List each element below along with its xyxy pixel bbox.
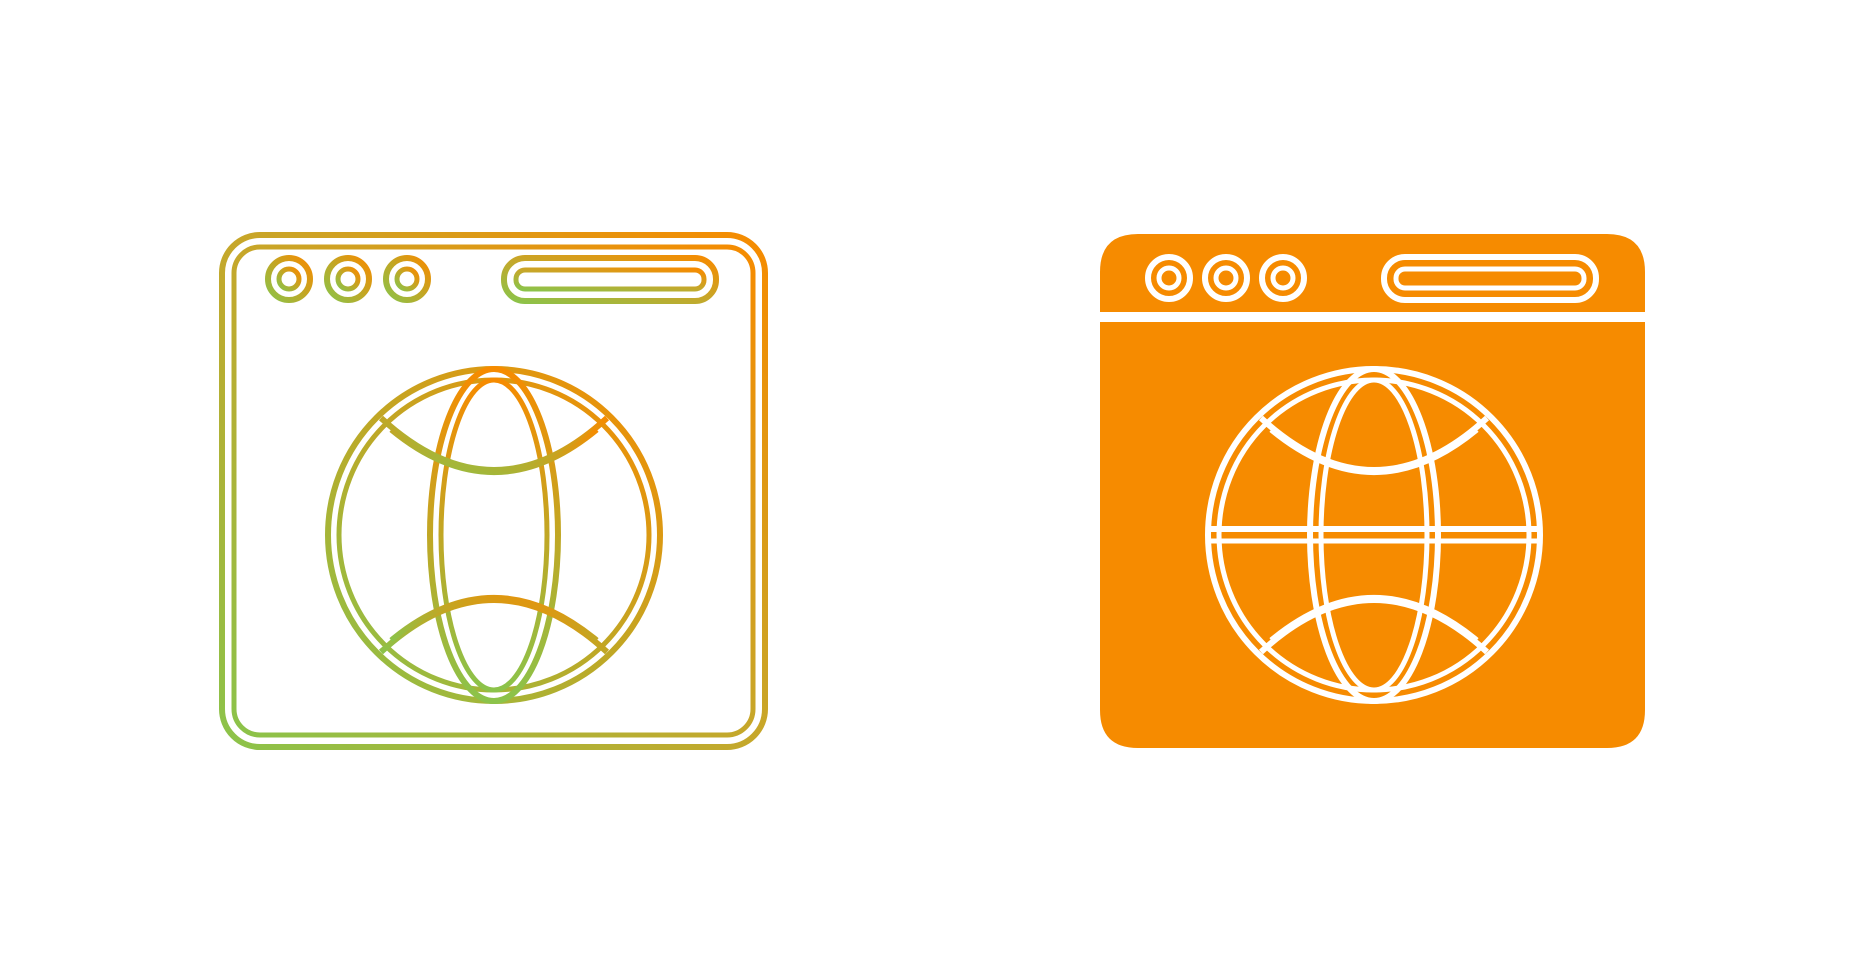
window-dot-2-core — [335, 266, 361, 292]
browser-globe-outline-svg — [219, 232, 768, 750]
address-bar-inner — [513, 267, 707, 292]
globe-lower-latitude-inner — [389, 595, 599, 642]
window-dot-2-icon — [324, 255, 372, 303]
address-bar-outer — [501, 255, 719, 304]
window-body-block — [1100, 322, 1645, 748]
globe-inner-ring — [336, 377, 652, 693]
window-dot-3-core — [394, 266, 420, 292]
globe-meridian-outer — [427, 366, 561, 704]
window-frame-outer — [219, 232, 768, 750]
browser-globe-solid-icon — [1098, 232, 1647, 750]
icon-pair-canvas — [0, 0, 1856, 980]
window-dot-3-icon — [383, 255, 431, 303]
globe-outer-ring — [325, 366, 663, 704]
globe-upper-latitude-outer — [378, 415, 610, 473]
window-dots — [265, 255, 431, 303]
globe-upper-latitude-inner — [389, 428, 599, 475]
window-frame-inner — [231, 244, 756, 738]
window-dot-1-icon — [265, 255, 313, 303]
window-dot-1-core — [276, 266, 302, 292]
globe-icon — [325, 366, 663, 704]
browser-globe-outline-icon — [219, 232, 768, 750]
globe-lower-latitude-outer — [378, 597, 610, 655]
globe-meridian-inner — [438, 377, 550, 693]
browser-globe-solid-svg — [1100, 234, 1645, 748]
